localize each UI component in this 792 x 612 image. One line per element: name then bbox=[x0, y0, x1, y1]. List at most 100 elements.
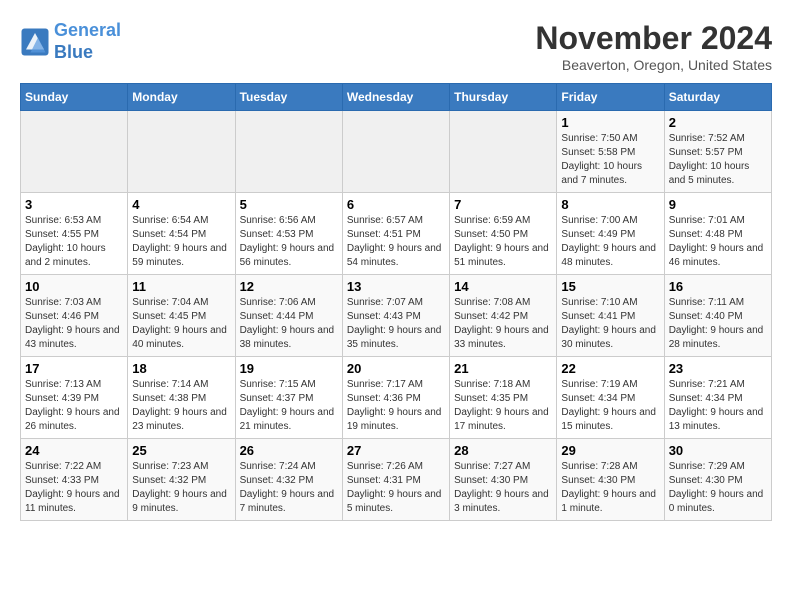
month-title: November 2024 bbox=[535, 20, 772, 57]
calendar-cell: 16Sunrise: 7:11 AM Sunset: 4:40 PM Dayli… bbox=[664, 275, 771, 357]
calendar-week-row: 10 Sunrise: 7:03 AM Sunset: 4:46 PM Dayli… bbox=[21, 275, 772, 357]
day-number: 11 bbox=[132, 279, 230, 294]
day-info: Sunrise: 7:24 AM Sunset: 4:32 PM Dayligh… bbox=[240, 460, 338, 516]
day-info: Sunrise: 7:07 AM Sunset: 4:43 PM Dayligh… bbox=[347, 296, 445, 352]
day-number: 13 bbox=[347, 279, 445, 294]
title-area: November 2024 Beaverton, Oregon, United … bbox=[535, 20, 772, 73]
day-info: Sunrise: 7:04 AM Sunset: 4:45 PM Dayligh… bbox=[132, 296, 230, 352]
day-info: Sunrise: 7:14 AM Sunset: 4:38 PM Dayligh… bbox=[132, 378, 230, 434]
day-header-friday: Friday bbox=[557, 84, 664, 111]
day-info: Sunrise: 7:23 AM Sunset: 4:32 PM Dayligh… bbox=[132, 460, 230, 516]
day-info: Sunrise: 7:08 AM Sunset: 4:42 PM Dayligh… bbox=[454, 296, 552, 352]
calendar-cell: 28Sunrise: 7:27 AM Sunset: 4:30 PM Dayli… bbox=[450, 439, 557, 521]
day-info: Sunrise: 7:17 AM Sunset: 4:36 PM Dayligh… bbox=[347, 378, 445, 434]
day-number: 8 bbox=[561, 197, 659, 212]
calendar-cell: 7 Sunrise: 6:59 AM Sunset: 4:50 PM Daylig… bbox=[450, 193, 557, 275]
day-number: 27 bbox=[347, 443, 445, 458]
day-number: 29 bbox=[561, 443, 659, 458]
day-number: 24 bbox=[25, 443, 123, 458]
calendar-cell: 1 Sunrise: 7:50 AM Sunset: 5:58 PM Daylig… bbox=[557, 111, 664, 193]
calendar-cell: 5Sunrise: 6:56 AM Sunset: 4:53 PM Daylig… bbox=[235, 193, 342, 275]
calendar-cell bbox=[235, 111, 342, 193]
day-info: Sunrise: 7:21 AM Sunset: 4:34 PM Dayligh… bbox=[669, 378, 767, 434]
day-number: 3 bbox=[25, 197, 123, 212]
day-info: Sunrise: 6:54 AM Sunset: 4:54 PM Dayligh… bbox=[132, 214, 230, 270]
day-info: Sunrise: 6:56 AM Sunset: 4:53 PM Dayligh… bbox=[240, 214, 338, 270]
logo-line1: General bbox=[54, 20, 121, 40]
calendar-week-row: 24 Sunrise: 7:22 AM Sunset: 4:33 PM Dayli… bbox=[21, 439, 772, 521]
day-number: 21 bbox=[454, 361, 552, 376]
calendar-header-row: SundayMondayTuesdayWednesdayThursdayFrid… bbox=[21, 84, 772, 111]
day-number: 7 bbox=[454, 197, 552, 212]
day-info: Sunrise: 7:15 AM Sunset: 4:37 PM Dayligh… bbox=[240, 378, 338, 434]
calendar-cell: 14 Sunrise: 7:08 AM Sunset: 4:42 PM Dayli… bbox=[450, 275, 557, 357]
logo-icon bbox=[20, 27, 50, 57]
day-info: Sunrise: 7:52 AM Sunset: 5:57 PM Dayligh… bbox=[669, 132, 767, 188]
day-info: Sunrise: 7:29 AM Sunset: 4:30 PM Dayligh… bbox=[669, 460, 767, 516]
day-number: 25 bbox=[132, 443, 230, 458]
day-number: 10 bbox=[25, 279, 123, 294]
calendar-cell: 17Sunrise: 7:13 AM Sunset: 4:39 PM Dayli… bbox=[21, 357, 128, 439]
calendar-cell: 13 Sunrise: 7:07 AM Sunset: 4:43 PM Dayli… bbox=[342, 275, 449, 357]
day-info: Sunrise: 6:59 AM Sunset: 4:50 PM Dayligh… bbox=[454, 214, 552, 270]
calendar-cell: 10 Sunrise: 7:03 AM Sunset: 4:46 PM Dayli… bbox=[21, 275, 128, 357]
day-info: Sunrise: 7:19 AM Sunset: 4:34 PM Dayligh… bbox=[561, 378, 659, 434]
day-header-tuesday: Tuesday bbox=[235, 84, 342, 111]
calendar-cell: 2 Sunrise: 7:52 AM Sunset: 5:57 PM Daylig… bbox=[664, 111, 771, 193]
day-info: Sunrise: 7:11 AM Sunset: 4:40 PM Dayligh… bbox=[669, 296, 767, 352]
calendar-cell: 19Sunrise: 7:15 AM Sunset: 4:37 PM Dayli… bbox=[235, 357, 342, 439]
calendar-cell: 18 Sunrise: 7:14 AM Sunset: 4:38 PM Dayli… bbox=[128, 357, 235, 439]
calendar-cell: 25 Sunrise: 7:23 AM Sunset: 4:32 PM Dayli… bbox=[128, 439, 235, 521]
day-number: 18 bbox=[132, 361, 230, 376]
day-header-sunday: Sunday bbox=[21, 84, 128, 111]
day-info: Sunrise: 7:13 AM Sunset: 4:39 PM Dayligh… bbox=[25, 378, 123, 434]
day-info: Sunrise: 6:53 AM Sunset: 4:55 PM Dayligh… bbox=[25, 214, 123, 270]
calendar-table: SundayMondayTuesdayWednesdayThursdayFrid… bbox=[20, 83, 772, 521]
calendar-cell: 23 Sunrise: 7:21 AM Sunset: 4:34 PM Dayli… bbox=[664, 357, 771, 439]
calendar-cell: 29 Sunrise: 7:28 AM Sunset: 4:30 PM Dayli… bbox=[557, 439, 664, 521]
day-number: 26 bbox=[240, 443, 338, 458]
day-info: Sunrise: 7:00 AM Sunset: 4:49 PM Dayligh… bbox=[561, 214, 659, 270]
logo-line2: Blue bbox=[54, 42, 93, 62]
calendar-cell: 12 Sunrise: 7:06 AM Sunset: 4:44 PM Dayli… bbox=[235, 275, 342, 357]
calendar-cell: 24 Sunrise: 7:22 AM Sunset: 4:33 PM Dayli… bbox=[21, 439, 128, 521]
calendar-cell: 11 Sunrise: 7:04 AM Sunset: 4:45 PM Dayli… bbox=[128, 275, 235, 357]
day-header-saturday: Saturday bbox=[664, 84, 771, 111]
calendar-cell bbox=[21, 111, 128, 193]
calendar-cell bbox=[450, 111, 557, 193]
day-info: Sunrise: 7:22 AM Sunset: 4:33 PM Dayligh… bbox=[25, 460, 123, 516]
calendar-week-row: 17Sunrise: 7:13 AM Sunset: 4:39 PM Dayli… bbox=[21, 357, 772, 439]
day-info: Sunrise: 7:26 AM Sunset: 4:31 PM Dayligh… bbox=[347, 460, 445, 516]
day-number: 28 bbox=[454, 443, 552, 458]
calendar-cell: 27 Sunrise: 7:26 AM Sunset: 4:31 PM Dayli… bbox=[342, 439, 449, 521]
calendar-week-row: 1 Sunrise: 7:50 AM Sunset: 5:58 PM Daylig… bbox=[21, 111, 772, 193]
day-number: 12 bbox=[240, 279, 338, 294]
calendar-cell bbox=[128, 111, 235, 193]
calendar-cell: 8 Sunrise: 7:00 AM Sunset: 4:49 PM Daylig… bbox=[557, 193, 664, 275]
day-header-wednesday: Wednesday bbox=[342, 84, 449, 111]
logo: General Blue bbox=[20, 20, 121, 63]
day-info: Sunrise: 7:06 AM Sunset: 4:44 PM Dayligh… bbox=[240, 296, 338, 352]
day-number: 30 bbox=[669, 443, 767, 458]
day-number: 4 bbox=[132, 197, 230, 212]
day-header-monday: Monday bbox=[128, 84, 235, 111]
day-info: Sunrise: 7:01 AM Sunset: 4:48 PM Dayligh… bbox=[669, 214, 767, 270]
calendar-cell: 9 Sunrise: 7:01 AM Sunset: 4:48 PM Daylig… bbox=[664, 193, 771, 275]
calendar-cell: 4 Sunrise: 6:54 AM Sunset: 4:54 PM Daylig… bbox=[128, 193, 235, 275]
day-number: 22 bbox=[561, 361, 659, 376]
day-number: 2 bbox=[669, 115, 767, 130]
day-info: Sunrise: 7:28 AM Sunset: 4:30 PM Dayligh… bbox=[561, 460, 659, 516]
day-info: Sunrise: 7:10 AM Sunset: 4:41 PM Dayligh… bbox=[561, 296, 659, 352]
calendar-cell: 6Sunrise: 6:57 AM Sunset: 4:51 PM Daylig… bbox=[342, 193, 449, 275]
day-info: Sunrise: 6:57 AM Sunset: 4:51 PM Dayligh… bbox=[347, 214, 445, 270]
day-info: Sunrise: 7:50 AM Sunset: 5:58 PM Dayligh… bbox=[561, 132, 659, 188]
calendar-cell: 26 Sunrise: 7:24 AM Sunset: 4:32 PM Dayli… bbox=[235, 439, 342, 521]
day-number: 14 bbox=[454, 279, 552, 294]
day-header-thursday: Thursday bbox=[450, 84, 557, 111]
day-number: 23 bbox=[669, 361, 767, 376]
day-number: 9 bbox=[669, 197, 767, 212]
day-number: 1 bbox=[561, 115, 659, 130]
day-info: Sunrise: 7:03 AM Sunset: 4:46 PM Dayligh… bbox=[25, 296, 123, 352]
logo-text: General Blue bbox=[54, 20, 121, 63]
location: Beaverton, Oregon, United States bbox=[535, 57, 772, 73]
